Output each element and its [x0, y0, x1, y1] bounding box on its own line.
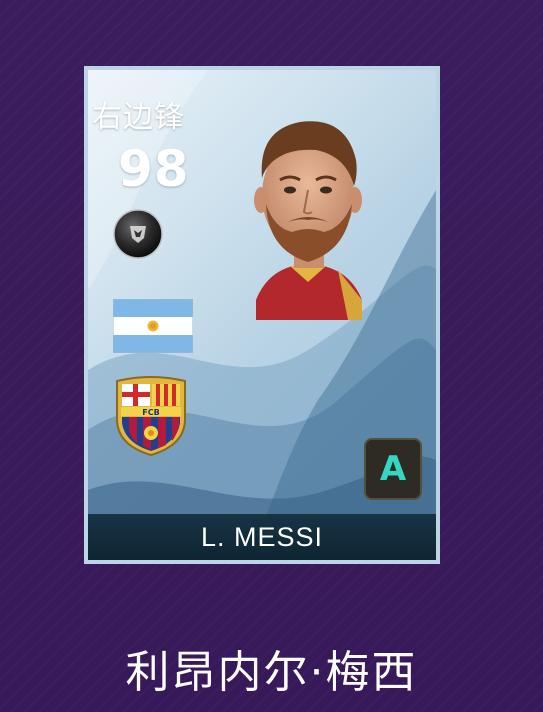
player-short-name: L. MESSI	[88, 514, 436, 560]
overall-rating: 98	[118, 140, 190, 198]
ball-badge-icon	[113, 209, 163, 259]
fc-barcelona-crest-icon: FCB	[116, 376, 186, 457]
position-label: 右边锋	[92, 100, 185, 135]
player-full-name: 利昂内尔·梅西	[125, 647, 418, 698]
grade-badge: A	[364, 438, 422, 500]
player-card[interactable]: 右边锋 98 FCB A L. MESSI	[84, 66, 440, 564]
player-portrait	[254, 121, 362, 320]
argentina-flag-icon	[113, 299, 193, 353]
crest-letters: FCB	[142, 408, 159, 417]
